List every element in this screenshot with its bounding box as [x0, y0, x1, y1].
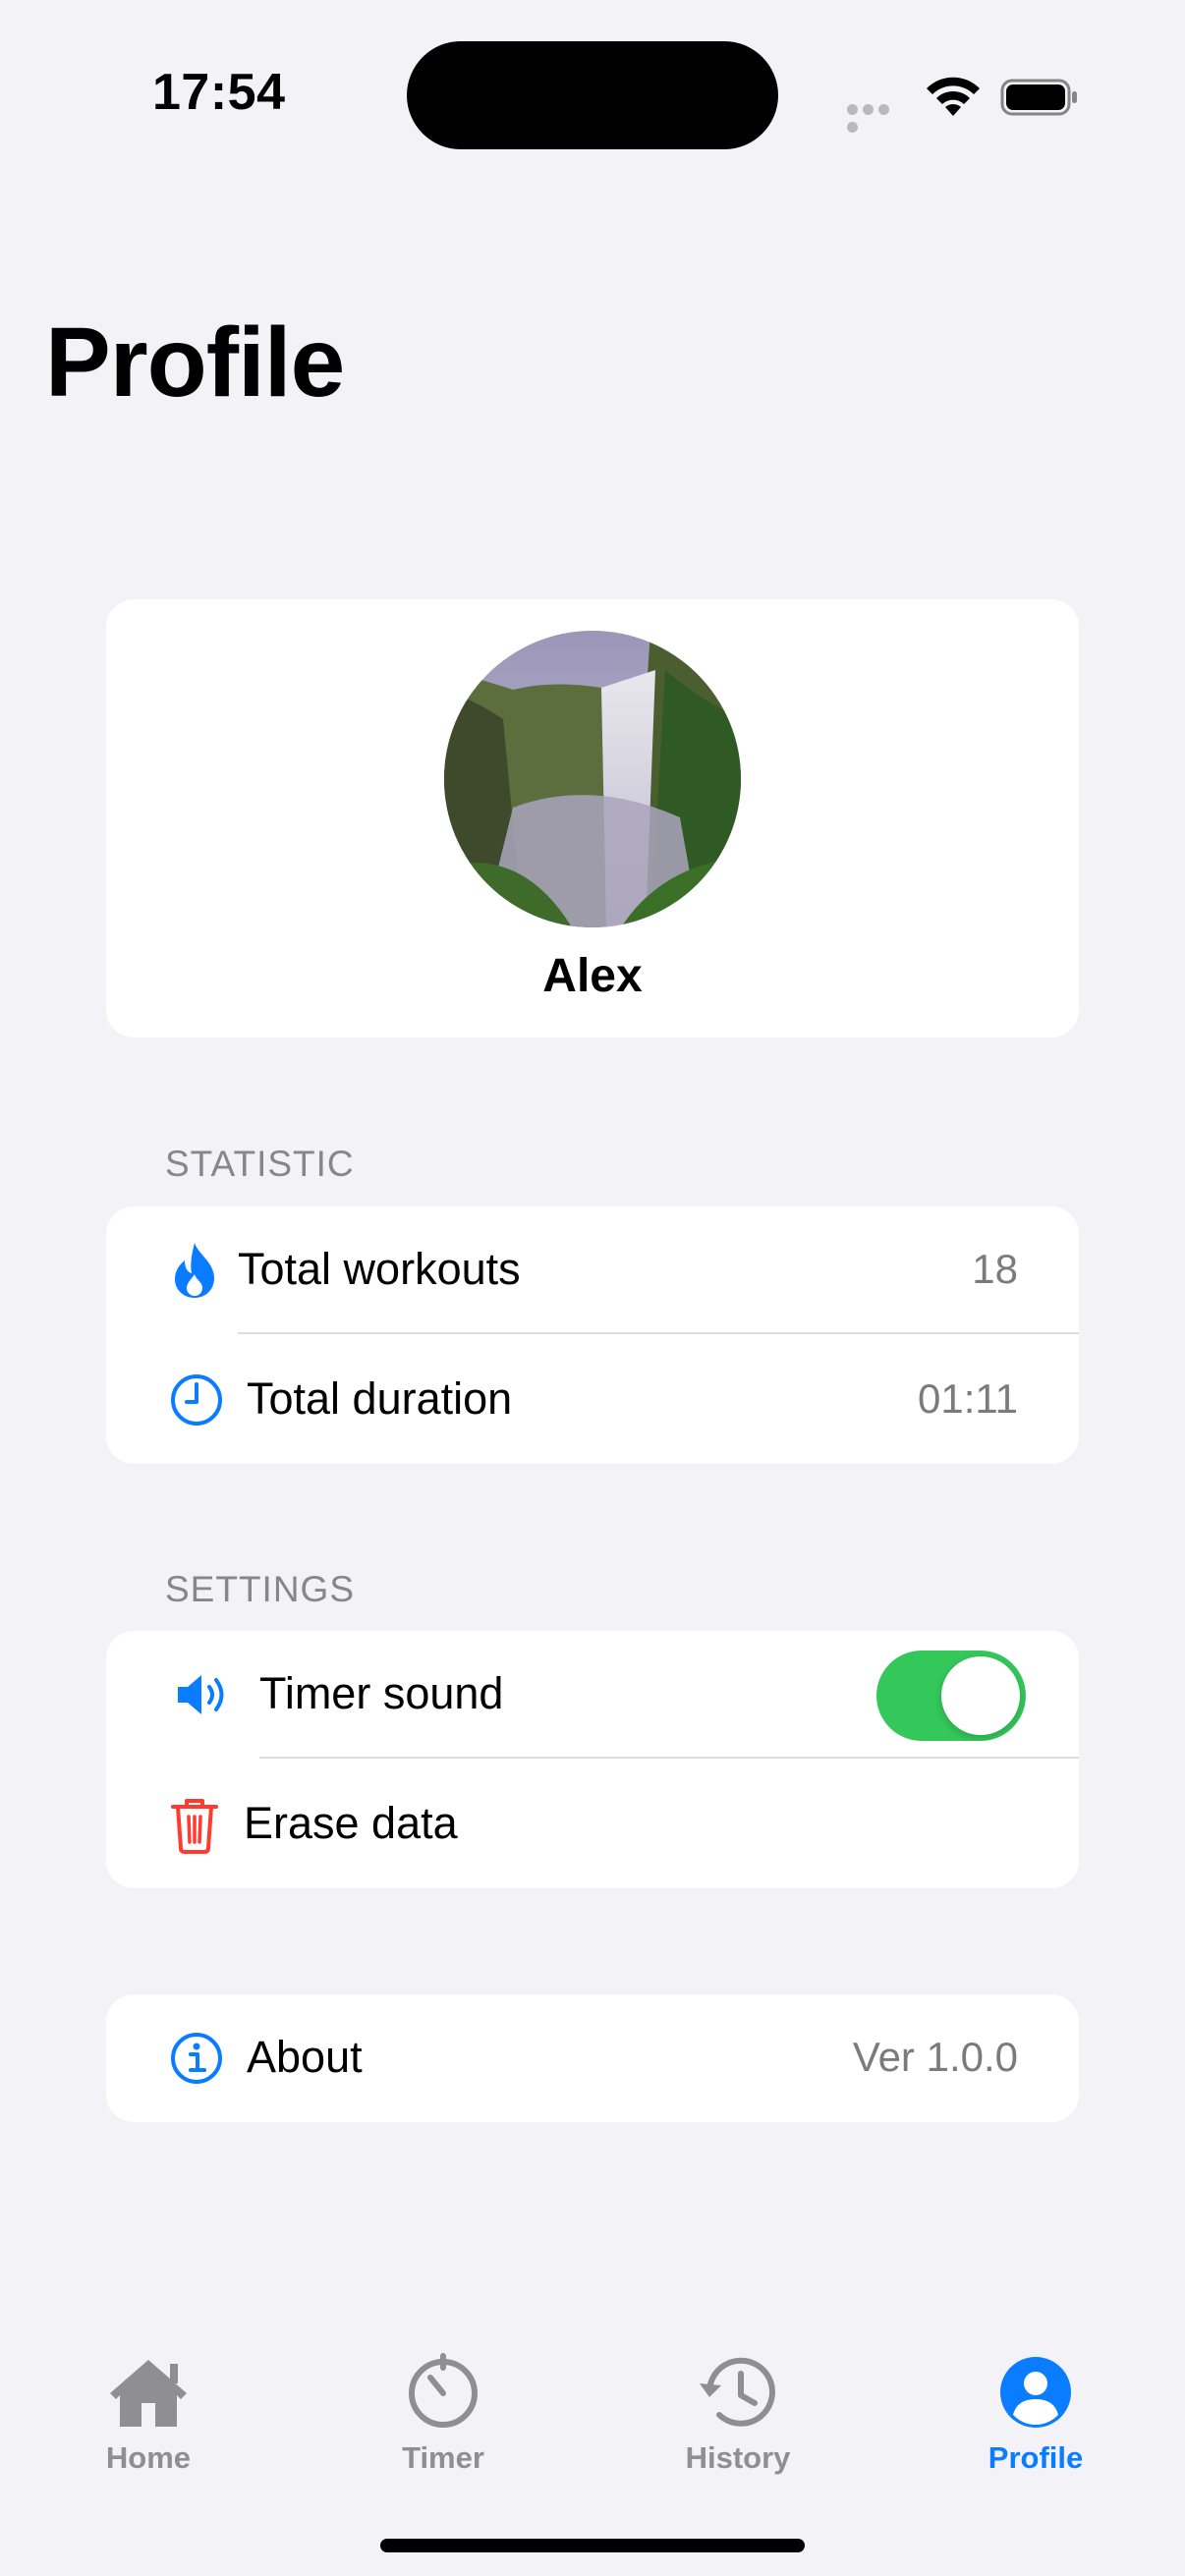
person-icon — [1000, 2357, 1071, 2428]
page-title: Profile — [45, 308, 345, 418]
row-divider — [259, 1757, 1079, 1759]
battery-icon — [1000, 79, 1079, 116]
history-icon — [700, 2357, 775, 2427]
tab-home-label: Home — [105, 2440, 192, 2475]
tab-timer-label: Timer — [402, 2440, 484, 2475]
about-row[interactable]: About Ver 1.0.0 — [106, 1994, 1079, 2122]
tab-home[interactable]: Home — [60, 2348, 237, 2476]
tab-profile-label: Profile — [988, 2440, 1084, 2475]
waterfall-photo — [444, 631, 741, 927]
tab-profile[interactable]: Profile — [947, 2348, 1124, 2476]
statistic-section-header: STATISTIC — [165, 1144, 355, 1184]
cellular-signal-icon — [847, 102, 908, 133]
timer-sound-toggle[interactable] — [876, 1651, 1026, 1741]
trash-icon — [171, 1799, 218, 1854]
tab-bar: Home Timer History Profile — [0, 2309, 1185, 2576]
settings-section-header: SETTINGS — [165, 1569, 356, 1609]
house-icon — [110, 2360, 187, 2427]
speaker-icon — [178, 1675, 224, 1714]
about-label: About — [247, 2032, 363, 2082]
total-workouts-row: Total workouts 18 — [106, 1206, 1079, 1334]
tab-history[interactable]: History — [649, 2348, 826, 2476]
timer-sound-row: Timer sound — [106, 1631, 1079, 1759]
profile-name: Alex — [542, 950, 643, 1002]
total-workouts-value: 18 — [972, 1246, 1018, 1292]
toggle-knob — [941, 1656, 1020, 1735]
about-version: Ver 1.0.0 — [852, 2034, 1018, 2080]
total-duration-label: Total duration — [247, 1373, 513, 1424]
tab-history-label: History — [685, 2440, 791, 2475]
dynamic-island — [407, 41, 778, 149]
erase-data-label: Erase data — [244, 1798, 458, 1848]
erase-data-row[interactable]: Erase data — [106, 1761, 1079, 1888]
total-duration-value: 01:11 — [918, 1375, 1018, 1422]
total-duration-row: Total duration 01:11 — [106, 1336, 1079, 1464]
avatar[interactable] — [444, 631, 741, 927]
clock-icon — [171, 1374, 222, 1426]
home-indicator — [380, 2539, 805, 2552]
timer-icon — [409, 2353, 478, 2428]
wifi-icon — [924, 73, 983, 118]
status-time: 17:54 — [152, 64, 286, 121]
flame-icon — [175, 1243, 214, 1298]
info-icon — [171, 2033, 222, 2084]
row-divider — [238, 1332, 1079, 1334]
timer-sound-label: Timer sound — [259, 1668, 504, 1718]
tab-timer[interactable]: Timer — [355, 2348, 532, 2476]
total-workouts-label: Total workouts — [238, 1244, 521, 1294]
